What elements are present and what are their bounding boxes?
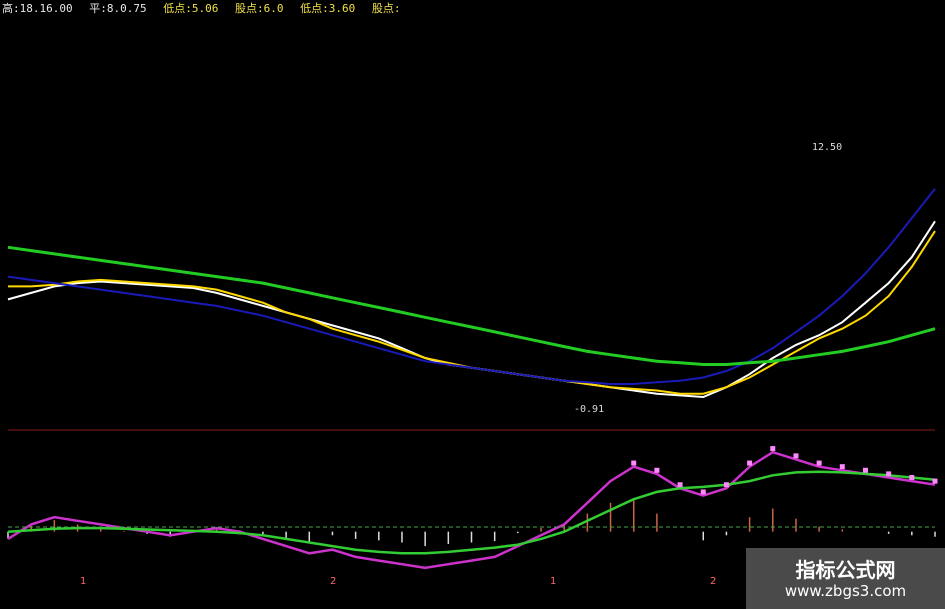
annotation-low: -0.91 xyxy=(574,404,604,415)
signal-dot xyxy=(747,460,753,466)
signal-dot xyxy=(816,460,822,466)
signal-dot xyxy=(839,464,845,470)
signal-dot xyxy=(770,446,776,452)
stock-chart: 12.50 -0.91 1 2 1 2 xyxy=(7,142,938,587)
watermark: 指标公式网 www.zbgs3.com xyxy=(746,548,945,609)
signal-dot xyxy=(631,460,637,466)
watermark-title: 指标公式网 xyxy=(795,558,896,582)
signal-dot xyxy=(700,489,706,495)
bottom-marker: 1 xyxy=(80,576,86,587)
ma-line-ma_white xyxy=(7,220,936,399)
ma-line-ma_yellow xyxy=(8,230,936,395)
signal-dot xyxy=(677,482,683,488)
bottom-marker: 2 xyxy=(710,576,716,587)
signal-dot xyxy=(654,467,660,473)
watermark-url: www.zbgs3.com xyxy=(784,582,907,600)
signal-dot xyxy=(932,478,938,484)
bottom-marker: 2 xyxy=(330,576,336,587)
signal-dot xyxy=(862,467,868,473)
signal-dot xyxy=(793,453,799,459)
signal-dot xyxy=(909,475,915,480)
signal-dot xyxy=(723,482,729,488)
ma-line-ma_green xyxy=(7,245,936,366)
ma-line-ma_blue xyxy=(7,188,936,385)
annotation-high: 12.50 xyxy=(812,142,842,153)
bottom-marker: 1 xyxy=(550,576,556,587)
price-pane xyxy=(7,188,936,399)
signal-dot xyxy=(886,471,892,477)
